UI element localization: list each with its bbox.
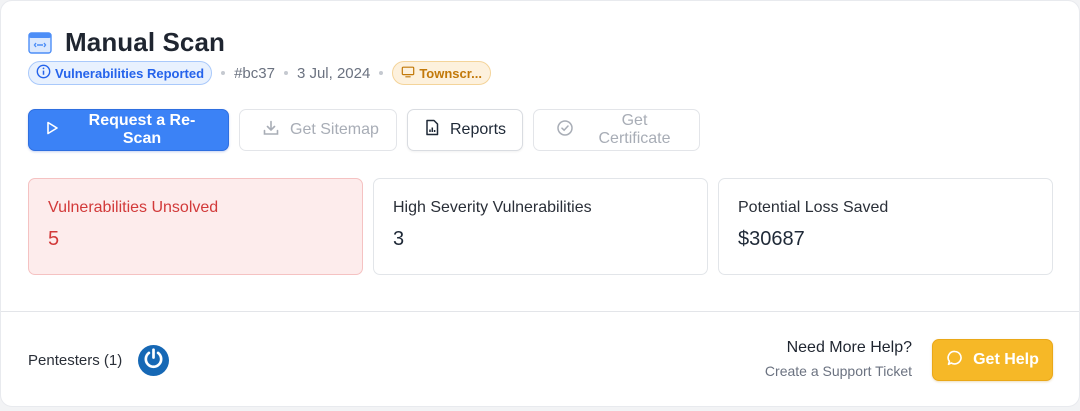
- pentester-avatar[interactable]: [138, 345, 170, 376]
- chat-icon: [946, 349, 964, 372]
- stat-high-severity: High Severity Vulnerabilities 3: [373, 178, 708, 275]
- page-title: Manual Scan: [65, 27, 226, 57]
- stat-value: 3: [393, 228, 405, 250]
- info-icon: [36, 64, 51, 82]
- power-icon: [142, 347, 165, 375]
- get-certificate-button[interactable]: Get Certificate: [533, 109, 700, 151]
- scan-icon: [27, 30, 53, 56]
- help-text: Need More Help? Create a Support Ticket: [765, 339, 912, 379]
- action-bar: Request a Re-Scan Get Sitemap Reports Ge…: [28, 109, 700, 151]
- check-circle-icon: [556, 119, 574, 142]
- reports-button[interactable]: Reports: [407, 109, 523, 151]
- help-title: Need More Help?: [786, 339, 912, 356]
- pentesters-section: Pentesters (1): [28, 345, 170, 376]
- stat-value: 5: [48, 228, 60, 250]
- rescan-label: Request a Re-Scan: [88, 112, 196, 147]
- help-subtitle: Create a Support Ticket: [764, 363, 912, 379]
- footer-divider: [1, 311, 1079, 312]
- separator-dot: [221, 71, 226, 75]
- site-badge[interactable]: Townscr...: [392, 61, 491, 85]
- scan-id: #bc37: [234, 64, 275, 82]
- stats-row: Vulnerabilities Unsolved 5 High Severity…: [28, 178, 1053, 275]
- site-badge-label: Townscr...: [419, 65, 482, 81]
- stat-label: Potential Loss Saved: [738, 199, 889, 216]
- stat-label: Vulnerabilities Unsolved: [48, 199, 219, 216]
- get-certificate-label: Get Certificate: [598, 112, 671, 147]
- get-help-button[interactable]: Get Help: [932, 339, 1053, 381]
- meta-row: Vulnerabilities Reported #bc37 3 Jul, 20…: [28, 61, 491, 85]
- rescan-button[interactable]: Request a Re-Scan: [28, 109, 229, 151]
- status-badge-label: Vulnerabilities Reported: [55, 65, 205, 81]
- stat-label: High Severity Vulnerabilities: [393, 199, 592, 216]
- stat-value: $30687: [738, 228, 805, 250]
- title-row: Manual Scan: [27, 27, 225, 58]
- separator-dot: [283, 71, 288, 75]
- get-sitemap-button[interactable]: Get Sitemap: [239, 109, 397, 151]
- scan-card: Manual Scan Vulnerabilities Reported #bc…: [0, 0, 1080, 407]
- reports-label: Reports: [450, 121, 507, 138]
- play-icon: [44, 120, 60, 141]
- get-sitemap-label: Get Sitemap: [290, 121, 379, 138]
- status-badge: Vulnerabilities Reported: [28, 61, 213, 85]
- scan-date: 3 Jul, 2024: [296, 64, 371, 82]
- separator-dot: [379, 71, 384, 75]
- monitor-icon: [401, 65, 415, 82]
- stat-vulnerabilities-unsolved: Vulnerabilities Unsolved 5: [28, 178, 363, 275]
- download-icon: [262, 119, 280, 142]
- stat-potential-loss-saved: Potential Loss Saved $30687: [718, 178, 1053, 275]
- get-help-label: Get Help: [973, 351, 1039, 368]
- report-icon: [424, 119, 440, 141]
- pentesters-label: Pentesters (1): [28, 352, 123, 369]
